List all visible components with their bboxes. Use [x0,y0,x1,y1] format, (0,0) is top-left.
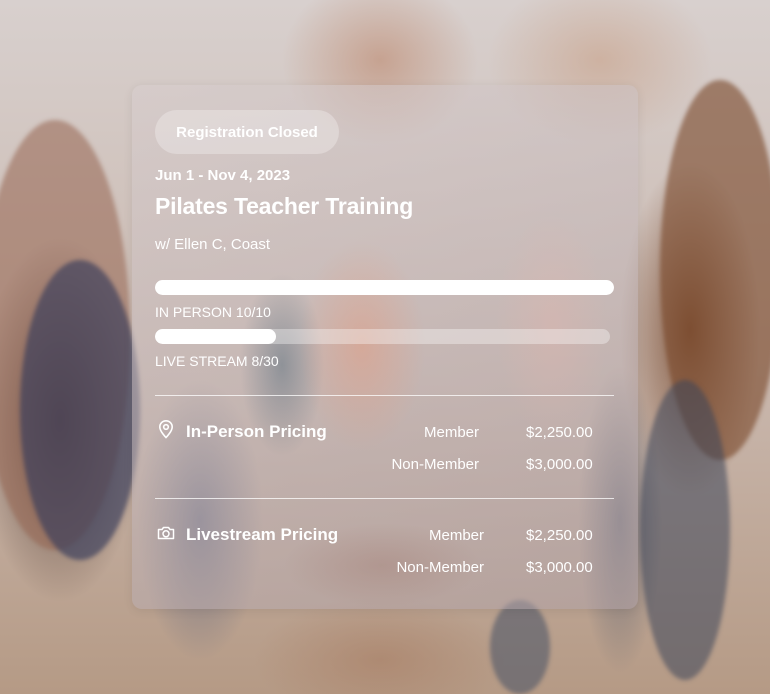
in-person-capacity-bar [155,280,614,295]
divider [155,498,614,499]
in-person-capacity-fill [155,280,614,295]
livestream-non-member-price: $3,000.00 [526,559,593,576]
status-badge-label: Registration Closed [176,123,318,141]
in-person-capacity-label: IN PERSON 10/10 [155,304,271,320]
livestream-capacity-bar [155,329,610,344]
camera-icon [156,523,176,543]
livestream-pricing-title: Livestream Pricing [186,525,339,544]
location-pin-icon [156,419,176,439]
livestream-member-label: Member [428,527,484,544]
course-instructor: w/ Ellen C, Coast [155,236,271,253]
registration-status-badge: Registration Closed [155,110,339,154]
course-dates: Jun 1 - Nov 4, 2023 [155,167,291,184]
livestream-member-price: $2,250.00 [526,527,593,544]
livestream-capacity-label: LIVE STREAM 8/30 [155,353,279,369]
livestream-capacity-fill [155,329,277,344]
in-person-non-member-price: $3,000.00 [526,456,593,473]
course-title: Pilates Teacher Training [155,193,414,219]
divider [155,395,614,396]
in-person-non-member-label: Non-Member [391,456,479,473]
in-person-pricing-title: In-Person Pricing [186,422,327,441]
livestream-non-member-label: Non-Member [396,559,484,576]
in-person-member-label: Member [423,424,479,441]
in-person-member-price: $2,250.00 [526,424,593,441]
course-card: Registration Closed Jun 1 - Nov 4, 2023 … [132,85,638,609]
